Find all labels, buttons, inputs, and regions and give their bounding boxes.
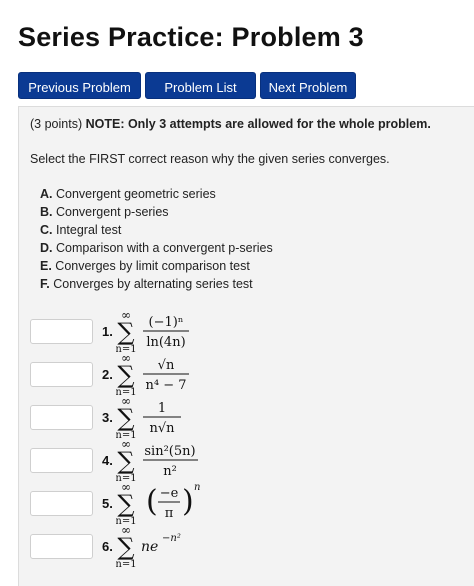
question-number: 3. <box>102 410 113 425</box>
answer-input-2[interactable] <box>30 362 93 387</box>
numerator: −e <box>160 486 179 501</box>
left-paren-icon: ( <box>146 484 158 519</box>
option-letter: B. <box>40 205 53 219</box>
option-text: Converges by limit comparison test <box>55 259 250 273</box>
next-problem-button[interactable]: Next Problem <box>260 72 356 99</box>
series-6: ∞ ∑ n=1 ne −n² <box>115 523 226 576</box>
numerator: sin²(5n) <box>144 444 195 459</box>
option-text: Convergent geometric series <box>55 187 216 201</box>
option-letter: D. <box>40 241 53 255</box>
option-text: Converges by alternating series test <box>53 277 253 291</box>
sigma-icon: ∑ <box>117 447 134 475</box>
option-text: Comparison with a convergent p-series <box>55 241 273 255</box>
answer-input-1[interactable] <box>30 319 93 344</box>
sum-lower-limit: n=1 <box>116 559 137 570</box>
sigma-icon: ∑ <box>117 404 134 432</box>
numerator: √n <box>158 358 175 373</box>
answer-input-5[interactable] <box>30 491 93 516</box>
sigma-icon: ∑ <box>117 318 134 346</box>
question-number: 1. <box>102 324 113 339</box>
exponent: n <box>194 482 200 493</box>
attempts-note: NOTE: Only 3 attempts are allowed for th… <box>85 117 431 131</box>
exponent: −n² <box>162 533 181 544</box>
problem-note: (3 points) NOTE: Only 3 attempts are all… <box>30 117 431 131</box>
denominator: n⁴ − 7 <box>145 378 186 393</box>
sigma-icon: ∑ <box>117 361 134 389</box>
option-b: B. Convergent p-series <box>40 205 169 219</box>
denominator: ln(4n) <box>146 335 185 350</box>
option-text: Convergent p-series <box>55 205 169 219</box>
question-number: 5. <box>102 496 113 511</box>
option-a: A. Convergent geometric series <box>40 187 216 201</box>
points-label: (3 points) <box>30 117 83 131</box>
question-number: 2. <box>102 367 113 382</box>
option-letter: C. <box>40 223 53 237</box>
denominator: n√n <box>149 421 175 436</box>
option-text: Integral test <box>55 223 122 237</box>
answer-input-4[interactable] <box>30 448 93 473</box>
option-c: C. Integral test <box>40 223 121 237</box>
option-d: D. Comparison with a convergent p-series <box>40 241 273 255</box>
option-letter: E. <box>40 259 52 273</box>
option-letter: A. <box>40 187 53 201</box>
numerator: 1 <box>158 401 166 416</box>
option-f: F. Converges by alternating series test <box>40 277 253 291</box>
right-paren-icon: ) <box>182 484 194 519</box>
numerator: (−1)ⁿ <box>149 315 184 330</box>
option-letter: F. <box>40 277 50 291</box>
question-number: 4. <box>102 453 113 468</box>
sigma-icon: ∑ <box>117 490 134 518</box>
instruction-text: Select the FIRST correct reason why the … <box>30 152 390 166</box>
denominator: n² <box>163 464 177 479</box>
series-term: ne <box>141 539 158 555</box>
page-title: Series Practice: Problem 3 <box>18 22 364 52</box>
answer-input-6[interactable] <box>30 534 93 559</box>
problem-list-button[interactable]: Problem List <box>145 72 256 99</box>
option-e: E. Converges by limit comparison test <box>40 259 250 273</box>
sigma-icon: ∑ <box>117 533 134 561</box>
previous-problem-button[interactable]: Previous Problem <box>18 72 141 99</box>
denominator: π <box>165 506 174 521</box>
question-number: 6. <box>102 539 113 554</box>
answer-input-3[interactable] <box>30 405 93 430</box>
